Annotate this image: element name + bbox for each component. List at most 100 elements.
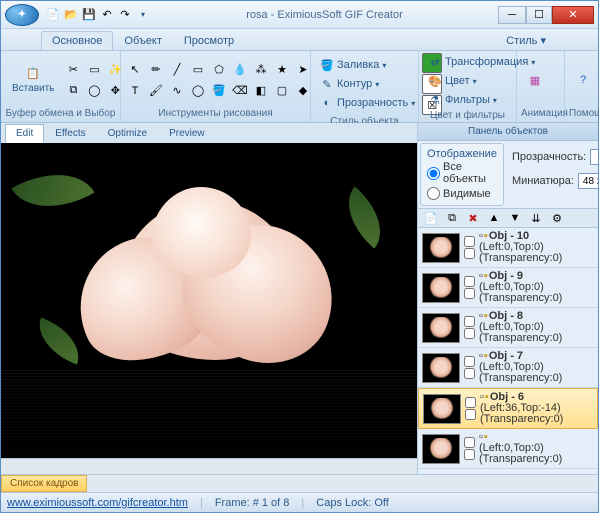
text-icon[interactable]: T [125,81,145,101]
roundrect-icon[interactable]: ▢ [272,81,292,101]
group-label-help: Помощь [569,107,599,120]
thumb-select[interactable]: 48 x 48 [578,173,598,189]
down-obj-icon[interactable]: ▼ [505,208,525,228]
style-dropdown[interactable]: Стиль ▾ [500,31,552,50]
visible-check[interactable] [464,356,475,367]
object-item[interactable]: ▫▪ Obj - 10 (Left:0,Top:0)(Transparency:… [418,228,598,268]
group-label-clipboard: Буфер обмена и Выбор [5,107,116,120]
visible-check[interactable] [464,276,475,287]
object-info: ▫▪ (Left:0,Top:0)(Transparency:0) [479,432,594,465]
frames-tab[interactable]: Список кадров [1,475,87,492]
lock-check[interactable] [465,409,476,420]
object-info: ▫▪ Obj - 8 (Left:0,Top:0)(Transparency:0… [479,311,594,344]
outline-menu[interactable]: ✎Контур▾ [315,75,420,93]
object-item[interactable]: ▫▪ Obj - 7 (Left:0,Top:0)(Transparency:0… [418,348,598,388]
object-info: ▫▪ Obj - 9 (Left:0,Top:0)(Transparency:0… [479,271,594,304]
open-icon[interactable]: 📂 [63,7,79,23]
gradient-icon[interactable]: ◧ [251,81,271,101]
spray-icon[interactable]: ⁂ [251,60,271,80]
lock-check[interactable] [464,288,475,299]
curve-icon[interactable]: ∿ [167,81,187,101]
visible-check[interactable] [464,437,475,448]
radio-visible[interactable]: Видимые [427,186,497,201]
tab-main[interactable]: Основное [41,31,113,50]
star-icon[interactable]: ★ [272,60,292,80]
tab-optimize[interactable]: Optimize [97,124,158,143]
maximize-button[interactable]: ☐ [526,6,552,24]
animation-button[interactable]: ▦ [521,70,549,90]
new-icon[interactable]: 📄 [45,7,61,23]
object-thumb [422,474,460,475]
object-thumb [422,273,460,303]
cut-icon[interactable]: ✂ [63,60,83,80]
object-toolbar: 📄 ⧉ ✖ ▲ ▼ ⇊ ⚙ [418,208,598,228]
object-item[interactable]: ▫▪ Obj - 6 (Left:36,Top:-14)(Transparenc… [418,388,598,429]
visible-check[interactable] [464,236,475,247]
opacity-icon: ◐ [320,96,334,110]
tab-edit[interactable]: Edit [5,124,44,143]
lock-check[interactable] [464,449,475,460]
paste-button[interactable]: 📋 Вставить [5,64,61,97]
object-item[interactable]: ▫▪ Obj - 9 (Left:0,Top:0)(Transparency:0… [418,268,598,308]
object-thumb [422,313,460,343]
rect-icon[interactable]: ▭ [188,60,208,80]
redo-icon[interactable]: ↷ [117,7,133,23]
tab-effects[interactable]: Effects [44,124,96,143]
clipboard-icon: 📋 [26,67,40,81]
line-icon[interactable]: ╱ [167,60,187,80]
ribbon-tab-strip: Основное Объект Просмотр Стиль ▾ [1,29,598,51]
up-obj-icon[interactable]: ▲ [484,208,504,228]
undo-icon[interactable]: ↶ [99,7,115,23]
eyedropper-icon[interactable]: 💧 [230,60,250,80]
props-icon[interactable]: ⚙ [547,208,567,228]
pencil-icon[interactable]: ✏ [146,60,166,80]
del-obj-icon[interactable]: ✖ [463,208,483,228]
object-list[interactable]: ▫▪ Obj - 10 (Left:0,Top:0)(Transparency:… [418,228,598,474]
editor-tabs: Edit Effects Optimize Preview [1,123,417,143]
status-link[interactable]: www.eximioussoft.com/gifcreator.htm [7,497,188,509]
brush-icon[interactable]: 🖌 [146,81,166,101]
dup-obj-icon[interactable]: ⧉ [442,208,462,228]
opacity-menu[interactable]: ◐Прозрачность▾ [315,94,420,112]
new-obj-icon[interactable]: 📄 [421,208,441,228]
quick-access-toolbar: 📄 📂 💾 ↶ ↷ ▾ [45,7,151,23]
arrow-icon[interactable]: ➤ [293,60,313,80]
select-icon[interactable]: ▭ [84,60,104,80]
save-icon[interactable]: 💾 [81,7,97,23]
lock-check[interactable] [464,368,475,379]
radio-all-objects[interactable]: Все объекты [427,160,497,186]
qat-more-icon[interactable]: ▾ [135,7,151,23]
canvas[interactable] [1,143,417,458]
tab-object[interactable]: Объект [113,31,172,50]
fill-menu[interactable]: 🪣Заливка▾ [315,56,420,74]
object-thumb [422,434,460,464]
transparency-input[interactable] [590,149,598,165]
polygon-icon[interactable]: ⬠ [209,60,229,80]
object-item[interactable]: ▫▪ (Left:0,Top:0)(Transparency:0) [418,429,598,469]
visible-check[interactable] [464,316,475,327]
eraser-icon[interactable]: ⌫ [230,81,250,101]
merge-icon[interactable]: ⇊ [526,208,546,228]
visible-check[interactable] [465,397,476,408]
close-button[interactable]: ✕ [552,6,594,24]
transform-icon: ⇄ [428,55,442,69]
horizontal-scrollbar[interactable] [1,458,417,474]
image-content [1,143,417,458]
ellipse-icon[interactable]: ◯ [188,81,208,101]
status-frame: Frame: # 1 of 8 [215,497,290,509]
shape-icon[interactable]: ◆ [293,81,313,101]
lock-check[interactable] [464,328,475,339]
app-menu-orb[interactable]: ✦ [5,4,39,26]
object-item[interactable]: ▫▪ Obj - 8 (Left:0,Top:0)(Transparency:0… [418,308,598,348]
object-thumb [423,394,461,424]
help-icon: ? [576,73,590,87]
minimize-button[interactable]: ─ [498,6,526,24]
tab-preview[interactable]: Preview [158,124,216,143]
fill-icon[interactable]: 🪣 [209,81,229,101]
lock-check[interactable] [464,248,475,259]
pointer-icon[interactable]: ↖ [125,60,145,80]
tab-view[interactable]: Просмотр [173,31,245,50]
help-button[interactable]: ? [569,70,597,90]
copy-icon[interactable]: ⧉ [63,81,83,101]
lasso-icon[interactable]: ◯ [84,81,104,101]
